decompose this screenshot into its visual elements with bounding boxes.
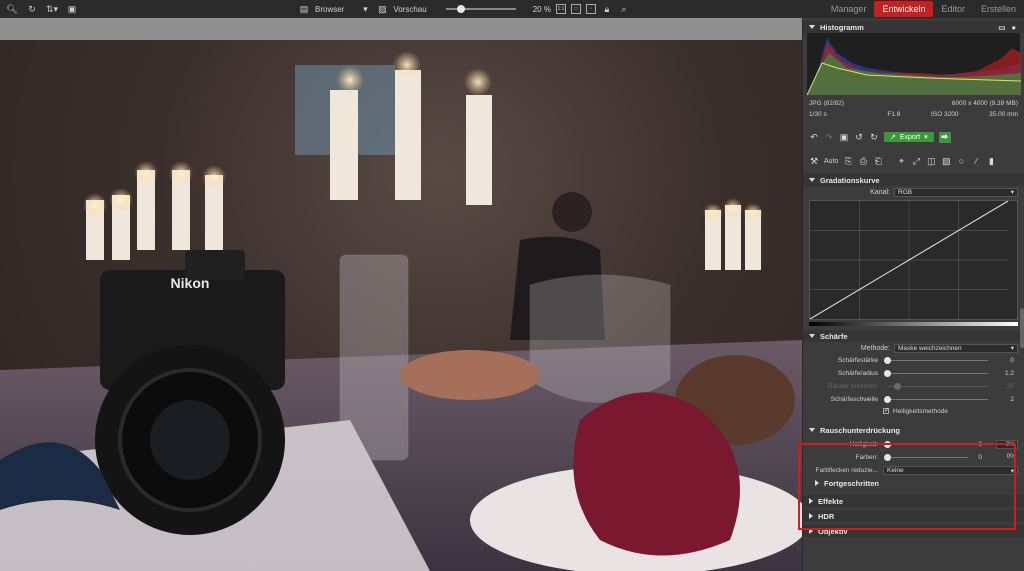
format-value: JPG xyxy=(809,100,822,107)
sharpen-threshold-slider[interactable] xyxy=(884,396,988,403)
shutter-value: 1/30 s xyxy=(809,111,827,118)
histogram-options-icon[interactable]: ▭ xyxy=(998,23,1005,32)
highlight-annotation xyxy=(798,443,1016,530)
transform-icon[interactable]: ⤢ xyxy=(911,156,921,166)
auto-button[interactable]: Auto xyxy=(824,158,838,165)
panel-scrollbar[interactable] xyxy=(1020,308,1024,348)
slider-knob[interactable] xyxy=(884,357,891,364)
zoom-slider[interactable] xyxy=(445,5,516,13)
top-toolbar: 🔍︎ ↻ ⇅▾ ▣ ▤ Browser ▾ ▨ Vorschau 20 % 1:… xyxy=(0,0,1024,18)
preview-button[interactable]: Vorschau xyxy=(393,5,426,14)
focal-value: 35.00 mm xyxy=(989,111,1018,118)
kanal-select[interactable]: RGB ▾ xyxy=(894,187,1018,197)
fullscreen-button[interactable]: □ xyxy=(570,4,581,14)
collapse-icon xyxy=(809,178,815,182)
method-label: Methode: xyxy=(860,344,890,352)
noise-header[interactable]: Rauschunterdrückung xyxy=(803,424,1024,436)
edge-detect-row: Ränder erkennen 25 xyxy=(827,383,1014,390)
tools-row: ⚒ Auto ⎘ ⎙ ⎗ ⌖ ⤢ ◫ ▧ ○ ∕ ▮ xyxy=(803,152,1024,170)
kanal-label: Kanal: xyxy=(870,188,890,196)
browser-button[interactable]: Browser xyxy=(315,5,344,14)
rotate-right-icon[interactable]: ↻ xyxy=(869,132,879,142)
curve-graph xyxy=(809,200,1009,320)
rotate-left-icon[interactable]: ↺ xyxy=(854,132,864,142)
paste-icon[interactable]: ⎙ xyxy=(858,156,868,166)
preview-icon[interactable]: ▨ xyxy=(376,3,388,15)
slider-knob xyxy=(894,383,902,390)
exif-row: 1/30 s F1.8 ISO 3200 35.00 mm xyxy=(803,109,1024,120)
svg-text:Nikon: Nikon xyxy=(171,275,210,291)
crop-icon[interactable]: ⌖ xyxy=(896,156,906,166)
mode-tabs: Manager Entwickeln Editor Erstellen xyxy=(823,0,1024,18)
collapse-icon xyxy=(809,428,815,432)
edge-detect-slider xyxy=(887,383,988,390)
sharpen-strength-slider[interactable] xyxy=(884,357,988,364)
refresh-icon[interactable]: ↻ xyxy=(26,3,38,15)
histogram-chart xyxy=(806,33,1022,96)
photo-canvas[interactable]: Nikon xyxy=(0,40,802,571)
tab-entwickeln[interactable]: Entwickeln xyxy=(874,1,934,17)
lock-icon[interactable]: 🔒︎ xyxy=(601,3,613,15)
zoom-tool-icon[interactable]: ⌕ xyxy=(618,3,630,15)
dimensions-value: 6000 x 4000 (9.39 MB) xyxy=(951,100,1018,107)
eraser-icon[interactable]: ▮ xyxy=(986,156,996,166)
method-row: Methode: Maske weichzeichnen ▾ xyxy=(803,342,1024,354)
slider-knob[interactable] xyxy=(884,396,891,403)
compare-button[interactable]: ▫ xyxy=(585,4,596,14)
tab-manager[interactable]: Manager xyxy=(823,1,875,17)
tab-editor[interactable]: Editor xyxy=(933,1,973,17)
search-icon[interactable]: 🔍︎ xyxy=(6,3,18,15)
clipboard-icon[interactable]: ⎗ xyxy=(873,156,883,166)
tone-gradient-bar xyxy=(809,322,1018,326)
export-button[interactable]: ↗ Export ▾ xyxy=(884,132,934,142)
collapse-icon xyxy=(809,25,815,29)
share-button[interactable]: ⮕ xyxy=(938,131,951,143)
chevron-down-icon: ▾ xyxy=(1010,345,1014,352)
histogram-header[interactable]: Histogramm ▭ ● xyxy=(803,21,1024,33)
image-icon[interactable]: ▣ xyxy=(839,132,849,142)
chevron-down-icon: ▾ xyxy=(1010,189,1014,196)
copy-icon[interactable]: ⎘ xyxy=(843,156,853,166)
tab-erstellen[interactable]: Erstellen xyxy=(973,1,1024,17)
zoom-slider-knob[interactable] xyxy=(457,5,466,13)
brush-icon[interactable]: ∕ xyxy=(971,156,981,166)
sharpen-threshold-row: Schärfeschwelle 2 xyxy=(830,396,1014,403)
aperture-value: F1.8 xyxy=(887,111,901,118)
curve-editor[interactable] xyxy=(809,200,1018,320)
schaerfe-header[interactable]: Schärfe xyxy=(803,330,1024,342)
level-icon[interactable]: ◫ xyxy=(926,156,936,166)
chevron-down-icon: ▾ xyxy=(924,134,928,141)
file-info-row: JPG (82/82) 6000 x 4000 (9.39 MB) xyxy=(803,98,1024,109)
histogram-toggle-icon[interactable]: ● xyxy=(1011,23,1016,32)
histogram-graph xyxy=(806,38,1022,96)
filmstrip-bar xyxy=(0,18,802,40)
index-value: (82/82) xyxy=(823,100,845,107)
chevron-down-icon[interactable]: ▾ xyxy=(359,3,371,15)
wand-icon[interactable]: ⚒ xyxy=(809,156,819,166)
redo-icon[interactable]: ↷ xyxy=(824,132,834,142)
brightness-method-checkbox[interactable]: ✓ xyxy=(883,408,889,414)
gradient-icon[interactable]: ▧ xyxy=(941,156,951,166)
export-icon: ↗ xyxy=(890,134,896,141)
sharpen-strength-row: Schärfestärke 0 xyxy=(837,357,1014,364)
sharpen-radius-slider[interactable] xyxy=(884,370,988,377)
collapse-icon xyxy=(809,334,815,338)
folder-add-icon[interactable]: ▣ xyxy=(66,3,78,15)
kanal-row: Kanal: RGB ▾ xyxy=(803,186,1024,198)
undo-icon[interactable]: ↶ xyxy=(809,132,819,142)
photo-image: Nikon xyxy=(0,51,802,571)
sharpen-radius-row: Schärferadius 1.2 xyxy=(837,370,1014,377)
radial-icon[interactable]: ○ xyxy=(956,156,966,166)
method-select[interactable]: Maske weichzeichnen ▾ xyxy=(894,343,1018,353)
zoom-value: 20 % xyxy=(532,4,551,14)
brightness-method-row: ✓ Helligkeitsmethode xyxy=(883,407,948,415)
app-window: 🔍︎ ↻ ⇅▾ ▣ ▤ Browser ▾ ▨ Vorschau 20 % 1:… xyxy=(0,0,1024,571)
slider-knob[interactable] xyxy=(884,370,891,377)
fit-button[interactable]: 1:1 xyxy=(555,4,566,14)
gradation-header[interactable]: Gradationskurve xyxy=(803,174,1024,186)
browser-icon[interactable]: ▤ xyxy=(298,3,310,15)
action-row: ↶ ↷ ▣ ↺ ↻ ↗ Export ▾ ⮕ xyxy=(803,128,1024,146)
sort-icon[interactable]: ⇅▾ xyxy=(46,3,58,15)
iso-value: ISO 3200 xyxy=(930,111,959,118)
